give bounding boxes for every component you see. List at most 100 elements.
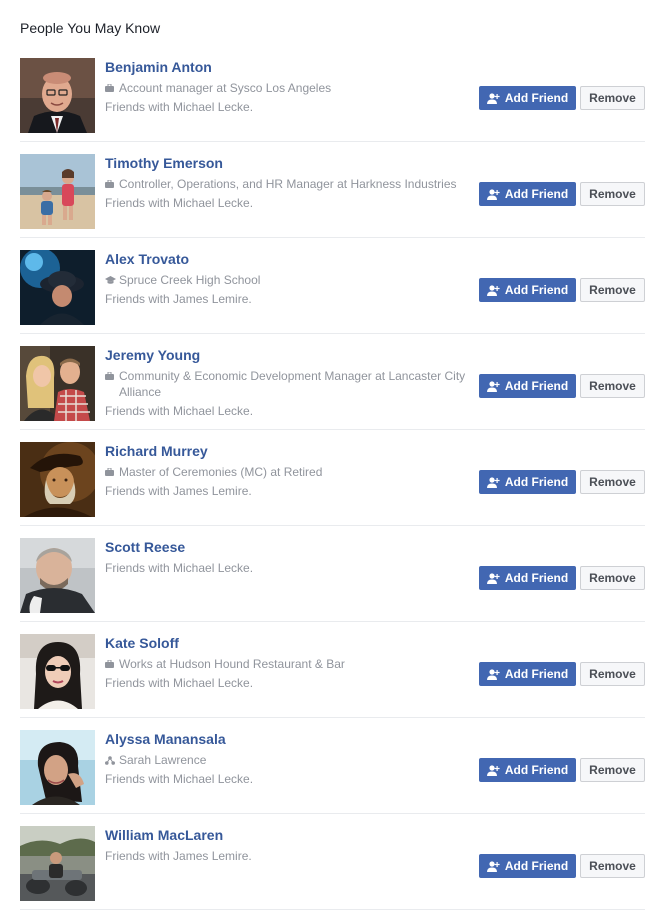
add-friend-label: Add Friend <box>504 283 569 297</box>
person-info: Scott Reese Friends with Michael Lecke. <box>105 539 475 576</box>
remove-button[interactable]: Remove <box>580 470 645 494</box>
add-friend-label: Add Friend <box>504 379 569 393</box>
person-detail-text: Controller, Operations, and HR Manager a… <box>119 177 457 191</box>
person-name[interactable]: William MacLaren <box>105 827 475 844</box>
briefcase-icon <box>105 656 119 672</box>
mutual-friends: Friends with Michael Lecke. <box>105 196 254 210</box>
person-name[interactable]: Alyssa Manansala <box>105 731 475 748</box>
person-info: Richard Murrey Master of Ceremonies (MC)… <box>105 443 475 499</box>
profile-photo[interactable] <box>20 442 95 517</box>
mutual-friends: Friends with James Lemire. <box>105 292 252 306</box>
person-detail: Works at Hudson Hound Restaurant & Bar <box>105 656 475 672</box>
person-row: Richard Murrey Master of Ceremonies (MC)… <box>20 430 645 526</box>
person-row: Kate Soloff Works at Hudson Hound Restau… <box>20 622 645 718</box>
person-detail: Sarah Lawrence <box>105 752 475 768</box>
profile-photo[interactable] <box>20 730 95 805</box>
remove-button[interactable]: Remove <box>580 374 645 398</box>
person-name[interactable]: Kate Soloff <box>105 635 475 652</box>
add-friend-button[interactable]: Add Friend <box>479 374 576 398</box>
add-friend-icon <box>486 188 500 200</box>
briefcase-icon <box>105 80 119 96</box>
person-detail: Community & Economic Development Manager… <box>105 368 475 400</box>
person-detail-text: Spruce Creek High School <box>119 273 261 287</box>
person-row: Alex Trovato Spruce Creek High School Fr… <box>20 238 645 334</box>
add-friend-icon <box>486 572 500 584</box>
person-info: Timothy Emerson Controller, Operations, … <box>105 155 475 211</box>
person-row: William MacLaren Friends with James Lemi… <box>20 814 645 910</box>
add-friend-button[interactable]: Add Friend <box>479 470 576 494</box>
profile-photo[interactable] <box>20 58 95 133</box>
add-friend-label: Add Friend <box>504 187 569 201</box>
section-title: People You May Know <box>20 20 161 36</box>
remove-button[interactable]: Remove <box>580 278 645 302</box>
person-row: Alyssa Manansala Sarah Lawrence Friends … <box>20 718 645 814</box>
network-icon <box>105 752 119 768</box>
person-name[interactable]: Benjamin Anton <box>105 59 475 76</box>
person-info: Kate Soloff Works at Hudson Hound Restau… <box>105 635 475 691</box>
people-list: Benjamin Anton Account manager at Sysco … <box>20 46 645 910</box>
person-info: William MacLaren Friends with James Lemi… <box>105 827 475 864</box>
person-detail: Controller, Operations, and HR Manager a… <box>105 176 475 192</box>
remove-button[interactable]: Remove <box>580 662 645 686</box>
add-friend-label: Add Friend <box>504 475 569 489</box>
person-name[interactable]: Jeremy Young <box>105 347 475 364</box>
add-friend-label: Add Friend <box>504 667 569 681</box>
mutual-friends: Friends with Michael Lecke. <box>105 404 254 418</box>
profile-photo[interactable] <box>20 826 95 901</box>
remove-button[interactable]: Remove <box>580 854 645 878</box>
briefcase-icon <box>105 464 119 480</box>
remove-button[interactable]: Remove <box>580 758 645 782</box>
person-detail: Spruce Creek High School <box>105 272 475 288</box>
remove-button[interactable]: Remove <box>580 182 645 206</box>
person-row: Jeremy Young Community & Economic Develo… <box>20 334 645 430</box>
person-detail-text: Works at Hudson Hound Restaurant & Bar <box>119 657 345 671</box>
briefcase-icon <box>105 176 119 192</box>
profile-photo[interactable] <box>20 538 95 613</box>
person-row: Scott Reese Friends with Michael Lecke. … <box>20 526 645 622</box>
profile-photo[interactable] <box>20 154 95 229</box>
add-friend-button[interactable]: Add Friend <box>479 278 576 302</box>
add-friend-icon <box>486 764 500 776</box>
add-friend-label: Add Friend <box>504 571 569 585</box>
person-row: Benjamin Anton Account manager at Sysco … <box>20 46 645 142</box>
mutual-friends: Friends with Michael Lecke. <box>105 561 254 575</box>
profile-photo[interactable] <box>20 634 95 709</box>
person-name[interactable]: Richard Murrey <box>105 443 475 460</box>
person-detail-text: Community & Economic Development Manager… <box>119 369 466 399</box>
add-friend-button[interactable]: Add Friend <box>479 662 576 686</box>
person-detail-text: Master of Ceremonies (MC) at Retired <box>119 465 323 479</box>
remove-button[interactable]: Remove <box>580 566 645 590</box>
add-friend-icon <box>486 860 500 872</box>
person-row: Timothy Emerson Controller, Operations, … <box>20 142 645 238</box>
person-name[interactable]: Timothy Emerson <box>105 155 475 172</box>
mutual-friends: Friends with Michael Lecke. <box>105 100 254 114</box>
add-friend-button[interactable]: Add Friend <box>479 854 576 878</box>
person-info: Alex Trovato Spruce Creek High School Fr… <box>105 251 475 307</box>
add-friend-button[interactable]: Add Friend <box>479 86 576 110</box>
add-friend-label: Add Friend <box>504 859 569 873</box>
person-info: Jeremy Young Community & Economic Develo… <box>105 347 475 419</box>
mutual-friends: Friends with Michael Lecke. <box>105 772 254 786</box>
mutual-friends: Friends with James Lemire. <box>105 849 252 863</box>
add-friend-icon <box>486 92 500 104</box>
person-detail-text: Sarah Lawrence <box>119 753 207 767</box>
add-friend-icon <box>486 284 500 296</box>
person-detail-text: Account manager at Sysco Los Angeles <box>119 81 332 95</box>
add-friend-icon <box>486 380 500 392</box>
person-info: Alyssa Manansala Sarah Lawrence Friends … <box>105 731 475 787</box>
add-friend-button[interactable]: Add Friend <box>479 182 576 206</box>
graduation-cap-icon <box>105 272 119 288</box>
remove-button[interactable]: Remove <box>580 86 645 110</box>
add-friend-label: Add Friend <box>504 91 569 105</box>
add-friend-label: Add Friend <box>504 763 569 777</box>
add-friend-icon <box>486 668 500 680</box>
person-name[interactable]: Alex Trovato <box>105 251 475 268</box>
person-detail: Account manager at Sysco Los Angeles <box>105 80 475 96</box>
profile-photo[interactable] <box>20 346 95 421</box>
person-info: Benjamin Anton Account manager at Sysco … <box>105 59 475 115</box>
profile-photo[interactable] <box>20 250 95 325</box>
person-name[interactable]: Scott Reese <box>105 539 475 556</box>
mutual-friends: Friends with James Lemire. <box>105 484 252 498</box>
add-friend-button[interactable]: Add Friend <box>479 758 576 782</box>
add-friend-button[interactable]: Add Friend <box>479 566 576 590</box>
